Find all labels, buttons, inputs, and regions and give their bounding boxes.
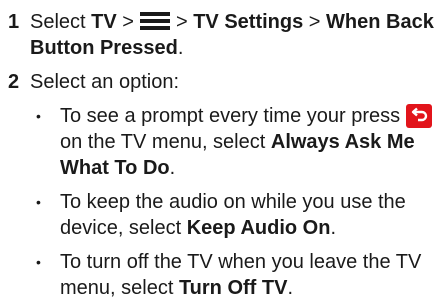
option-2-end: . [330,217,336,239]
step-1-sep-3: > [308,11,321,33]
option-1-bold-2: What To Do [60,157,170,179]
manual-page: { "step1": { "number": "1", "prefix": "S… [0,0,441,304]
option-3-line-2: menu, select Turn Off TV. [60,276,293,300]
option-2-bold: Keep Audio On [186,217,331,239]
option-1-text-1: To see a prompt every time your press [60,105,401,127]
option-1-bullet: • [36,108,41,124]
option-1-bold-1: Always Ask Me [270,131,415,153]
option-2-bullet: • [36,194,41,210]
option-1-text-2: on the TV menu, select [60,131,266,153]
step-2-text: Select an option: [30,71,179,93]
step-1-select: Select [30,11,86,33]
option-3-end: . [287,277,294,299]
menu-icon [139,11,170,37]
step-1-tv-settings: TV Settings [193,11,304,33]
step-1-when-back: When Back [326,11,434,33]
option-1-line-3: What To Do. [60,156,175,180]
option-3-bold: Turn Off TV [178,277,288,299]
step-2-number: 2 [8,71,20,93]
option-2-line-1: To keep the audio on while you use the [60,191,406,213]
option-2-line-2: device, select Keep Audio On. [60,216,336,240]
step-1-line-1: Select TV > > TV Settings > When Back [30,10,434,37]
option-1-line-2: on the TV menu, select Always Ask Me [60,130,415,154]
option-3-line-1: To turn off the TV when you leave the TV [60,251,422,273]
step-1-number: 1 [8,11,20,33]
step-1-button-pressed: Button Pressed [30,37,178,59]
step-1-period: . [177,37,184,59]
option-2-text-2: device, select [60,217,182,239]
step-1-sep-1: > [122,11,134,33]
option-1-end: . [169,157,176,179]
option-3-text-2: menu, select [60,277,174,299]
step-1-tv: TV [91,11,117,33]
step-1-line-2: Button Pressed. [30,36,183,60]
option-3-bullet: • [36,254,41,270]
step-1-sep-2: > [175,11,188,33]
